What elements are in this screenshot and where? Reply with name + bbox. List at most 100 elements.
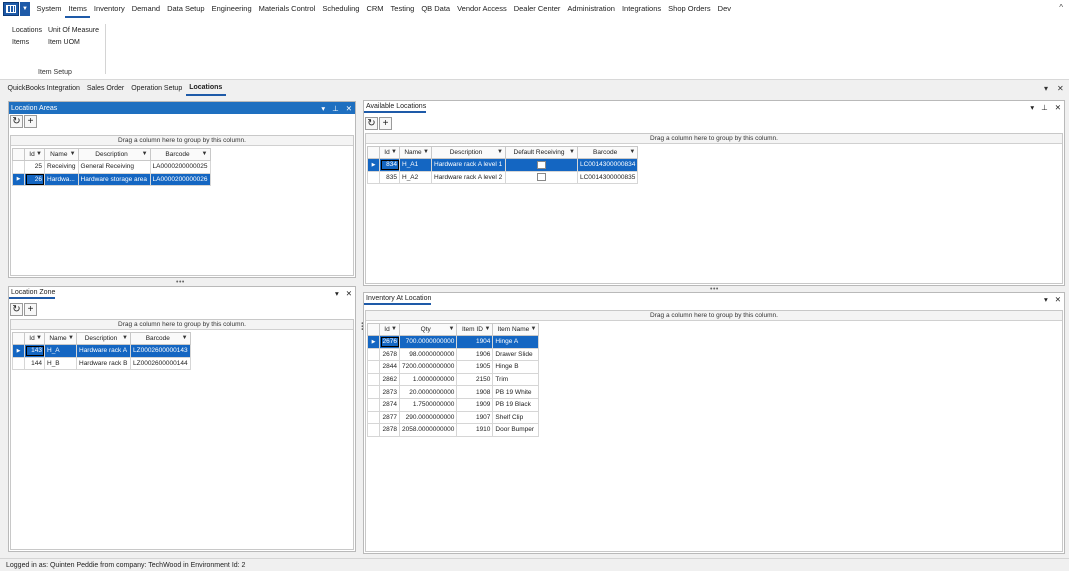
cell-item-name[interactable]: Hinge B — [492, 360, 540, 374]
menu-item-system[interactable]: System — [33, 0, 65, 18]
filter-icon[interactable]: ▼ — [448, 326, 454, 332]
collapse-ribbon-icon[interactable]: ^ — [1059, 3, 1063, 12]
filter-icon[interactable]: ▼ — [182, 335, 188, 341]
cell-name[interactable]: Receiving — [44, 160, 79, 174]
filter-icon[interactable]: ▼ — [36, 335, 42, 341]
default-receiving-checkbox[interactable] — [537, 160, 546, 169]
default-receiving-checkbox[interactable] — [537, 173, 546, 182]
table-row[interactable]: ▶ 834 H_A1 Hardware rack A level 1 LC0014300… — [367, 158, 639, 172]
cell-qty[interactable]: 700.0000000000 — [398, 335, 458, 349]
ribbon-item-uom-link[interactable]: Item UOM — [48, 39, 80, 46]
cell-barcode[interactable]: LA0000200000026 — [149, 172, 211, 187]
cell-id[interactable]: 2878 — [379, 423, 400, 437]
cell-id[interactable]: 25 — [24, 160, 45, 174]
filter-icon[interactable]: ▼ — [569, 149, 575, 155]
cell-name[interactable]: H_A — [44, 344, 77, 358]
cell-id[interactable]: 143 — [24, 344, 45, 358]
filter-icon[interactable]: ▼ — [202, 151, 208, 157]
filter-icon[interactable]: ▼ — [629, 149, 635, 155]
cell-id[interactable]: 2877 — [379, 410, 400, 425]
menu-item-administration[interactable]: Administration — [564, 0, 619, 18]
add-button[interactable]: + — [24, 303, 37, 316]
menu-item-dealer-center[interactable]: Dealer Center — [510, 0, 564, 18]
column-header-barcode[interactable]: Barcode ▼ — [130, 332, 191, 345]
menu-item-items[interactable]: Items — [65, 1, 91, 18]
filter-icon[interactable]: ▼ — [68, 335, 74, 341]
cell-id[interactable]: 2676 — [379, 335, 400, 349]
horizontal-splitter-left[interactable]: ••• — [176, 279, 185, 286]
add-button[interactable]: + — [24, 115, 37, 128]
table-row[interactable]: 2878 2058.0000000000 1910 Door Bumper — [367, 423, 540, 437]
column-header-id[interactable]: Id ▼ — [379, 146, 400, 159]
app-menu-button[interactable] — [3, 2, 19, 16]
panel-menu-icon[interactable]: ▾ — [1030, 103, 1034, 112]
close-icon[interactable]: ✕ — [1055, 295, 1061, 304]
cell-qty[interactable]: 1.7500000000 — [398, 397, 458, 412]
cell-qty[interactable]: 1.0000000000 — [398, 372, 458, 387]
table-row[interactable]: 835 H_A2 Hardware rack A level 2 LC00143000… — [367, 170, 639, 185]
cell-description[interactable]: Hardware rack A level 2 — [431, 170, 506, 185]
cell-item-id[interactable]: 2150 — [456, 372, 494, 387]
ribbon-unit-of-measure-link[interactable]: Unit Of Measure — [48, 27, 99, 34]
cell-item-name[interactable]: Hinge A — [492, 335, 540, 349]
filter-icon[interactable]: ▼ — [423, 149, 429, 155]
doc-tabs-dropdown-icon[interactable]: ▾ — [1044, 84, 1048, 93]
column-header-name[interactable]: Name ▼ — [399, 146, 432, 159]
menu-item-dev[interactable]: Dev — [714, 0, 734, 18]
column-header-description[interactable]: Description ▼ — [77, 148, 151, 161]
cell-name[interactable]: H_B — [44, 356, 77, 371]
cell-qty[interactable]: 290.0000000000 — [398, 410, 458, 425]
refresh-button[interactable]: ↻ — [10, 303, 23, 316]
column-header-name[interactable]: Name ▼ — [44, 148, 79, 161]
column-header-item-name[interactable]: Item Name ▼ — [492, 323, 540, 336]
menu-item-integrations[interactable]: Integrations — [618, 0, 664, 18]
cell-item-id[interactable]: 1905 — [456, 360, 494, 374]
filter-icon[interactable]: ▼ — [391, 326, 397, 332]
refresh-button[interactable]: ↻ — [10, 115, 23, 128]
column-header-qty[interactable]: Qty ▼ — [398, 323, 458, 336]
cell-item-name[interactable]: Drawer Slide — [492, 347, 540, 362]
close-icon[interactable]: ✕ — [346, 104, 352, 113]
column-header-description[interactable]: Description ▼ — [76, 332, 131, 345]
cell-barcode[interactable]: LZ0002600000144 — [130, 356, 191, 371]
cell-barcode[interactable]: LA0000200000025 — [149, 160, 211, 174]
cell-item-id[interactable]: 1910 — [456, 423, 494, 437]
cell-name[interactable]: H_A1 — [399, 158, 432, 172]
filter-icon[interactable]: ▼ — [530, 326, 536, 332]
cell-id[interactable]: 834 — [379, 158, 400, 172]
table-row[interactable]: 2873 20.0000000000 1908 PB 19 White — [367, 385, 540, 399]
table-row[interactable]: ▶ 26 Hardwa... Hardware storage area LA00002… — [12, 172, 211, 187]
cell-qty[interactable]: 20.0000000000 — [398, 385, 458, 399]
cell-item-name[interactable]: PB 19 Black — [492, 397, 540, 412]
column-header-id[interactable]: Id ▼ — [24, 332, 45, 345]
ribbon-locations-link[interactable]: Locations — [12, 27, 42, 34]
pin-icon[interactable]: ⊥ — [1041, 103, 1048, 112]
menu-item-data-setup[interactable]: Data Setup — [164, 0, 209, 18]
panel-menu-icon[interactable]: ▾ — [1044, 295, 1048, 304]
close-icon[interactable]: ✕ — [346, 289, 352, 298]
table-row[interactable]: 2844 7200.0000000000 1905 Hinge B — [367, 360, 540, 374]
cell-default-receiving[interactable] — [505, 158, 578, 172]
menu-item-inventory[interactable]: Inventory — [90, 0, 128, 18]
cell-id[interactable]: 144 — [24, 356, 45, 371]
refresh-button[interactable]: ↻ — [365, 117, 378, 130]
close-icon[interactable]: ✕ — [1055, 103, 1061, 112]
column-header-barcode[interactable]: Barcode ▼ — [149, 148, 211, 161]
menu-item-shop-orders[interactable]: Shop Orders — [665, 0, 715, 18]
filter-icon[interactable]: ▼ — [484, 326, 490, 332]
tab-quickbooks-integration[interactable]: QuickBooks Integration — [4, 82, 83, 96]
cell-item-id[interactable]: 1907 — [456, 410, 494, 425]
column-header-item-id[interactable]: Item ID ▼ — [456, 323, 494, 336]
cell-item-name[interactable]: Trim — [492, 372, 540, 387]
column-header-id[interactable]: Id ▼ — [24, 148, 45, 161]
column-header-default-receiving[interactable]: Default Receiving ▼ — [505, 146, 578, 159]
menu-item-vendor-access[interactable]: Vendor Access — [454, 0, 511, 18]
column-header-description[interactable]: Description ▼ — [431, 146, 506, 159]
tab-locations[interactable]: Locations — [185, 82, 226, 96]
menu-item-crm[interactable]: CRM — [363, 0, 387, 18]
filter-icon[interactable]: ▼ — [70, 151, 76, 157]
menu-item-testing[interactable]: Testing — [387, 0, 418, 18]
cell-description[interactable]: Hardware rack A — [76, 344, 131, 358]
cell-id[interactable]: 26 — [24, 172, 45, 187]
pin-icon[interactable]: ⊥ — [332, 104, 339, 113]
